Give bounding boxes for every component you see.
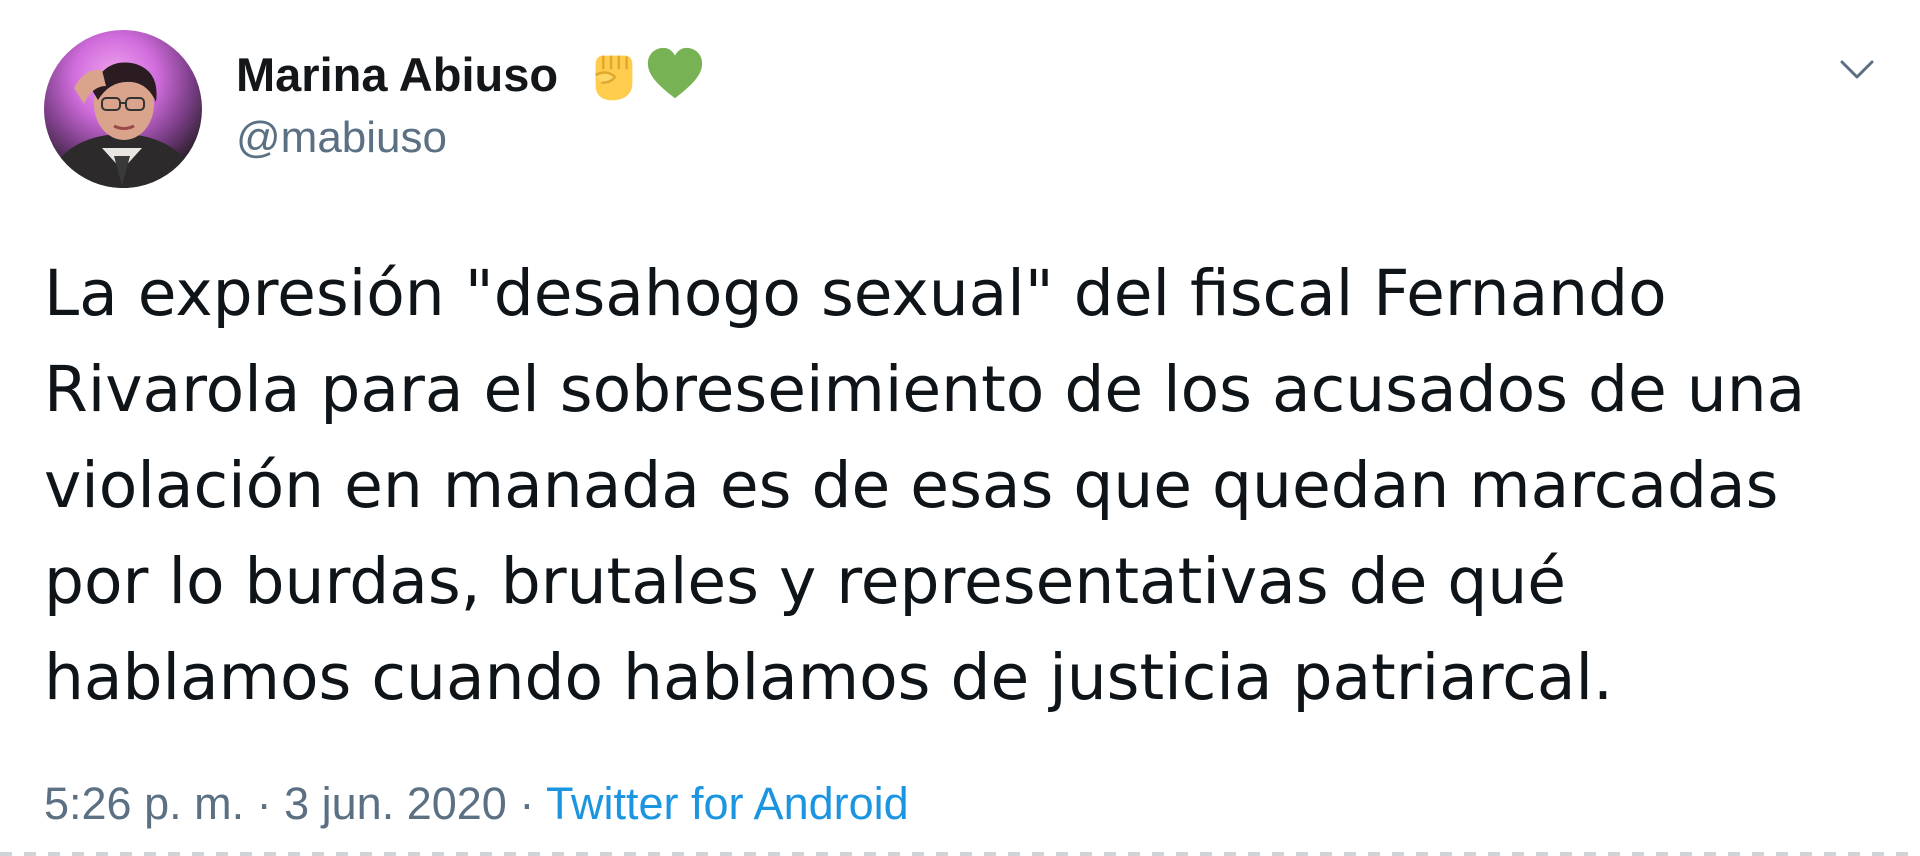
meta-separator: · [506,778,546,829]
tweet-card: Marina Abiuso @mabiuso La expresión "des… [0,0,1920,856]
avatar-image [52,62,192,188]
raised-fist-icon [582,44,644,106]
tweet-text-line: hablamos cuando hablamos de justicia pat… [44,641,1614,714]
tweet-meta: 5:26 p. m. · 3 jun. 2020 · Twitter for A… [44,776,909,832]
tweet-text-line: La expresión "desahogo sexual" del fisca… [44,257,1667,330]
avatar[interactable] [44,30,202,188]
tweet-source-link[interactable]: Twitter for Android [546,778,909,829]
user-handle[interactable]: @mabiuso [236,110,447,166]
tweet-text-line: Rivarola para el sobreseimiento de los a… [44,353,1806,426]
tweet-time[interactable]: 5:26 p. m. [44,778,244,829]
divider [0,852,1920,856]
tweet-text-line: por lo burdas, brutales y representativa… [44,545,1567,618]
display-name[interactable]: Marina Abiuso [236,46,558,104]
chevron-down-icon[interactable] [1836,48,1878,90]
tweet-text-line: violación en manada es de esas que queda… [44,449,1779,522]
meta-separator: · [244,778,285,829]
tweet-date[interactable]: 3 jun. 2020 [284,778,507,829]
tweet-text: La expresión "desahogo sexual" del fisca… [44,246,1884,726]
green-heart-icon [644,44,706,106]
